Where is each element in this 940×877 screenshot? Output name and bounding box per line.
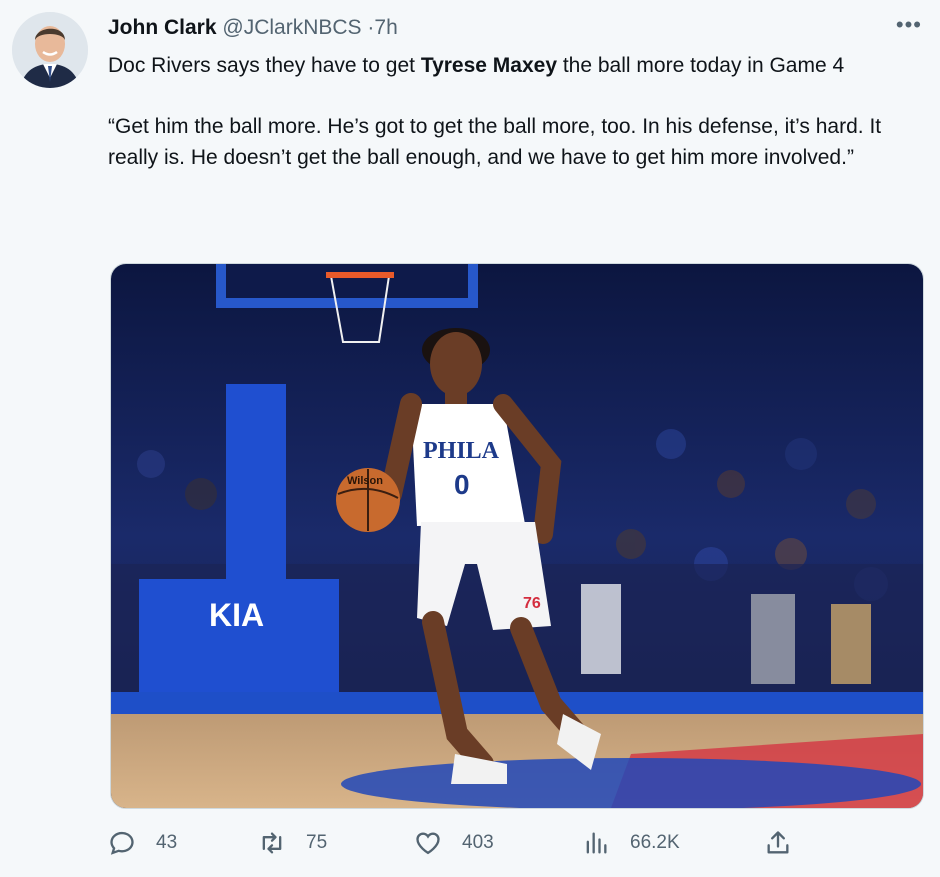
shorts-logo: 76	[523, 595, 541, 612]
reply-count: 43	[156, 832, 178, 853]
avatar[interactable]	[12, 12, 88, 88]
share-button[interactable]	[764, 826, 792, 860]
more-options-button[interactable]: •••	[896, 12, 922, 38]
tweet-actions: 43 75 403 66.2K	[108, 826, 798, 860]
author-handle[interactable]: @JClarkNBCS	[222, 16, 361, 39]
basketball-photo: KIA PHILA 0 76 Wilson	[111, 264, 923, 808]
heart-icon	[416, 832, 440, 855]
tweet-text-part: Doc Rivers says they have to get	[108, 54, 421, 77]
share-icon	[767, 831, 789, 854]
tweet-intro: Doc Rivers says they have to get Tyrese …	[108, 50, 908, 81]
reply-button[interactable]: 43	[108, 826, 177, 860]
jersey-word: PHILA	[423, 438, 500, 464]
reply-icon	[110, 831, 134, 855]
tweet-text: Doc Rivers says they have to get Tyrese …	[108, 50, 908, 173]
author-name[interactable]: John Clark	[108, 16, 217, 39]
like-button[interactable]: 403	[414, 826, 494, 860]
avatar-image	[12, 12, 88, 88]
tweet-photo[interactable]: KIA PHILA 0 76 Wilson	[110, 263, 924, 809]
tweet-text-part: the ball more today in Game 4	[557, 54, 845, 77]
view-count: 66.2K	[630, 832, 680, 853]
jersey-number: 0	[454, 469, 470, 500]
retweet-button[interactable]: 75	[258, 826, 327, 860]
tweet-card: John Clark @JClarkNBCS ·7h ••• Doc River…	[0, 0, 940, 877]
views-icon	[586, 832, 607, 854]
tweet-quote: “Get him the ball more. He’s got to get …	[108, 115, 882, 169]
retweet-icon	[262, 832, 282, 854]
tweet-header: John Clark @JClarkNBCS ·7h	[108, 14, 398, 42]
like-count: 403	[462, 832, 494, 853]
sponsor-logo: KIA	[209, 597, 264, 633]
ball-brand: Wilson	[347, 475, 383, 487]
player-mention: Tyrese Maxey	[420, 54, 558, 77]
views-button[interactable]: 66.2K	[582, 826, 680, 860]
retweet-count: 75	[306, 832, 328, 853]
tweet-time[interactable]: 7h	[374, 16, 397, 39]
